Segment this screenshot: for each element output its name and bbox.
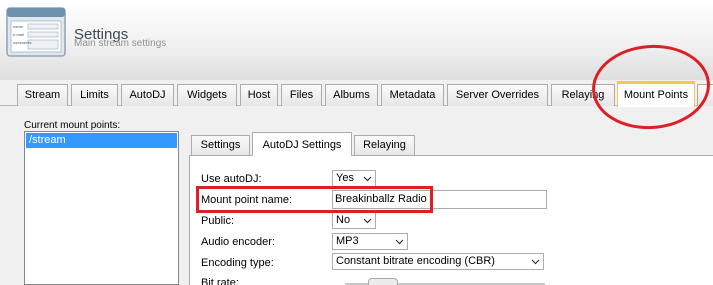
encoding-type-label: Encoding type: (201, 257, 274, 269)
tab-autodj[interactable]: AutoDJ (121, 84, 174, 106)
icon-text-comments: comments (13, 40, 31, 45)
mount-list-label: Current mount points: (24, 120, 121, 131)
public-value: No (336, 214, 351, 226)
tab-mount-points[interactable]: Mount Points (617, 81, 695, 107)
encoding-type-value: Constant bitrate encoding (CBR) (336, 255, 495, 267)
mount-points-list[interactable]: /stream (24, 131, 179, 285)
use-autodj-label: Use autoDJ: (201, 173, 262, 185)
use-autodj-value: Yes (336, 172, 354, 184)
chevron-down-icon (363, 176, 372, 182)
icon-text-email: e-mail (13, 32, 24, 37)
bit-rate-slider-thumb[interactable] (368, 278, 398, 285)
tab-server-overrides[interactable]: Server Overrides (447, 84, 548, 106)
encoding-type-select[interactable]: Constant bitrate encoding (CBR) (332, 253, 544, 270)
audio-encoder-value: MP3 (336, 235, 359, 247)
use-autodj-select[interactable]: Yes (332, 170, 376, 187)
tab-albums[interactable]: Albums (325, 84, 378, 106)
tab-limits[interactable]: Limits (71, 84, 118, 106)
subtab-relaying[interactable]: Relaying (354, 135, 415, 155)
tab-files[interactable]: Files (281, 84, 322, 106)
settings-form-icon: name e-mail comments (6, 7, 66, 57)
audio-encoder-label: Audio encoder: (201, 236, 275, 248)
audio-encoder-select[interactable]: MP3 (332, 233, 408, 250)
mount-list-item[interactable]: /stream (26, 133, 177, 148)
chevron-down-icon (531, 259, 540, 265)
page-subtitle: Main stream settings (74, 38, 167, 49)
subtab-settings[interactable]: Settings (191, 135, 250, 155)
subtab-autodj-settings[interactable]: AutoDJ Settings (252, 132, 352, 156)
tab-widgets[interactable]: Widgets (177, 84, 237, 106)
annotation-highlight-box (196, 186, 433, 213)
public-label: Public: (201, 215, 235, 227)
bit-rate-label: Bit rate: (201, 277, 239, 285)
chevron-down-icon (363, 218, 372, 224)
tab-stream[interactable]: Stream (17, 84, 68, 106)
tab-metadata[interactable]: Metadata (381, 84, 444, 106)
icon-text-name: name (13, 24, 24, 29)
chevron-down-icon (395, 239, 404, 245)
public-select[interactable]: No (332, 212, 376, 229)
tab-host[interactable]: Host (240, 84, 278, 106)
